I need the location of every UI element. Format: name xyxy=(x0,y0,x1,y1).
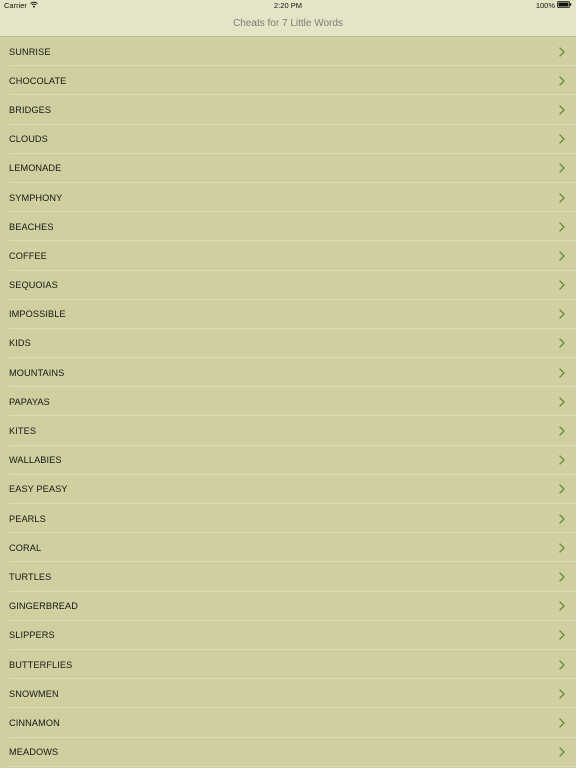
list-item-label: SLIPPERS xyxy=(9,630,55,641)
chevron-right-icon xyxy=(559,309,565,319)
list-item[interactable]: LEMONADE xyxy=(0,153,576,184)
list-item-label: EASY PEASY xyxy=(9,484,68,495)
list-item[interactable]: SUNRISE xyxy=(0,37,576,67)
chevron-right-icon xyxy=(559,46,565,57)
chevron-right-icon xyxy=(559,455,565,465)
status-time: 2:20 PM xyxy=(274,1,302,10)
list-item-label: TURTLES xyxy=(9,571,52,582)
list-item[interactable]: GINGERBREAD xyxy=(0,591,576,621)
battery-percent: 100% xyxy=(535,1,555,10)
chevron-right-icon xyxy=(559,397,565,407)
list-item-label: BRIDGES xyxy=(9,104,52,115)
list-item[interactable]: MOUNTAINS xyxy=(0,358,576,388)
nav-title: Cheats for 7 Little Words xyxy=(233,18,343,29)
puzzle-list[interactable]: SUNRISE CHOCOLATE BRIDGES CLOUDS LEMONADE SYM… xyxy=(0,37,576,768)
list-item-label: CLOUDS xyxy=(9,134,48,145)
list-item-label: BEACHES xyxy=(9,221,54,232)
list-item-label: CHOCOLATE xyxy=(9,75,67,86)
chevron-right-icon xyxy=(559,630,565,640)
list-item-label: MOUNTAINS xyxy=(9,367,65,378)
chevron-right-icon xyxy=(559,222,565,232)
list-item-label: PEARLS xyxy=(9,513,46,524)
list-item-label: BUTTERFLIES xyxy=(9,659,73,670)
list-item[interactable]: PEARLS xyxy=(0,504,576,534)
chevron-right-icon xyxy=(559,105,565,115)
chevron-right-icon xyxy=(559,76,565,86)
chevron-right-icon xyxy=(559,689,565,699)
chevron-right-icon xyxy=(559,747,565,757)
navigation-bar: Cheats for 7 Little Words xyxy=(0,12,576,37)
chevron-right-icon xyxy=(559,718,565,728)
list-item[interactable]: TURTLES xyxy=(0,562,576,592)
chevron-right-icon xyxy=(559,659,565,670)
list-item-label: KITES xyxy=(9,426,37,437)
list-item[interactable]: PAPAYAS xyxy=(0,387,576,417)
list-item[interactable]: CORAL xyxy=(0,533,576,563)
chevron-right-icon xyxy=(559,572,565,582)
list-item[interactable]: BEACHES xyxy=(0,212,576,242)
chevron-right-icon xyxy=(559,251,565,261)
list-item-label: COFFEE xyxy=(9,250,47,261)
chevron-right-icon xyxy=(559,280,565,290)
list-item-label: MEADOWS xyxy=(9,747,59,758)
list-item[interactable]: KITES xyxy=(0,416,576,446)
chevron-right-icon xyxy=(559,134,565,144)
list-item[interactable]: SLIPPERS xyxy=(0,620,576,651)
chevron-right-icon xyxy=(559,338,565,349)
list-item-label: KIDS xyxy=(9,338,31,349)
list-item-label: SYMPHONY xyxy=(9,192,63,203)
list-item[interactable]: CHOCOLATE xyxy=(0,66,576,96)
status-bar: Carrier 2:20 PM 100% xyxy=(0,0,576,12)
list-item[interactable]: SNOWMEN xyxy=(0,679,576,709)
list-item[interactable]: SYMPHONY xyxy=(0,182,576,213)
app-screen: Carrier 2:20 PM 100% Cheats for 7 Little… xyxy=(0,0,576,768)
chevron-right-icon xyxy=(559,192,565,203)
list-item-label: SUNRISE xyxy=(9,46,51,57)
list-item[interactable]: WALLABIES xyxy=(0,445,576,476)
chevron-right-icon xyxy=(559,513,565,524)
list-item-label: SNOWMEN xyxy=(9,688,59,699)
list-item-label: GINGERBREAD xyxy=(9,601,78,612)
list-item[interactable]: BRIDGES xyxy=(0,95,576,125)
list-item-label: IMPOSSIBLE xyxy=(9,309,66,320)
list-item-label: PAPAYAS xyxy=(9,396,50,407)
list-item-label: LEMONADE xyxy=(9,163,62,174)
list-item[interactable]: KIDS xyxy=(0,328,576,359)
list-item[interactable]: SEQUOIAS xyxy=(0,270,576,300)
list-item[interactable]: MEADOWS xyxy=(0,737,576,767)
list-item-label: SEQUOIAS xyxy=(9,280,58,291)
list-item[interactable]: BUTTERFLIES xyxy=(0,649,576,680)
status-right: 100% xyxy=(536,1,572,10)
list-item[interactable]: COFFEE xyxy=(0,241,576,271)
chevron-right-icon xyxy=(559,484,565,495)
chevron-right-icon xyxy=(559,426,565,436)
list-item-label: WALLABIES xyxy=(9,455,62,466)
list-item[interactable]: EASY PEASY xyxy=(0,474,576,505)
chevron-right-icon xyxy=(559,368,565,378)
list-item[interactable]: CLOUDS xyxy=(0,124,576,154)
list-item[interactable]: CINNAMON xyxy=(0,708,576,738)
list-item-label: CINNAMON xyxy=(9,717,60,728)
chevron-right-icon xyxy=(559,543,565,553)
chevron-right-icon xyxy=(559,601,565,611)
list-item[interactable]: IMPOSSIBLE xyxy=(0,299,576,330)
list-item-label: CORAL xyxy=(9,542,42,553)
battery-icon xyxy=(557,1,572,10)
chevron-right-icon xyxy=(559,163,565,173)
